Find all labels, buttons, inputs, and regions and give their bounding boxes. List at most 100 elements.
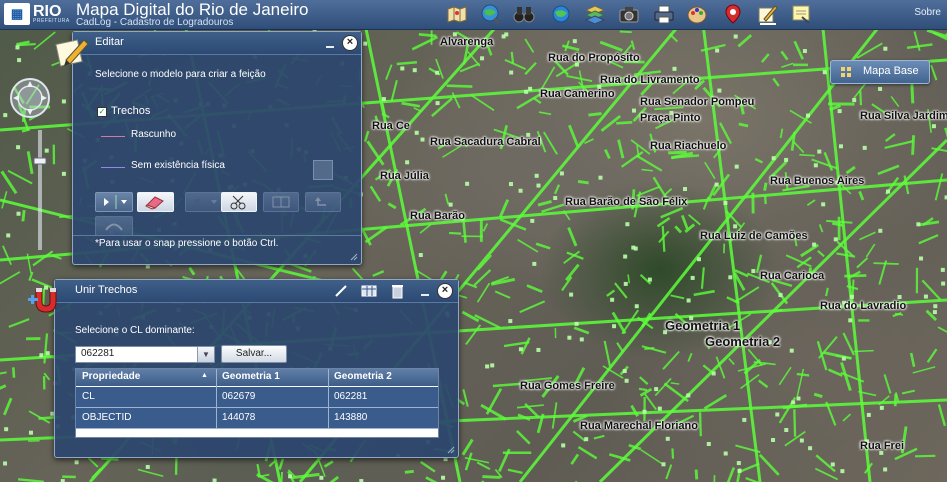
map-label: Rua Marechal Floriano xyxy=(580,420,698,432)
extend-tool-button[interactable] xyxy=(185,192,223,212)
minimize-icon[interactable] xyxy=(421,294,429,296)
table-cell: 062281 xyxy=(334,391,368,402)
binoculars-icon[interactable] xyxy=(513,3,535,25)
map-label: Rua Gomes Freire xyxy=(520,380,615,392)
map-label: Rua Buenos Aires xyxy=(770,175,865,187)
split-icon xyxy=(272,196,290,208)
printer-icon[interactable] xyxy=(653,3,675,25)
camera-icon[interactable] xyxy=(618,3,640,25)
edit-panel-titlebar[interactable]: Editar × xyxy=(73,32,361,55)
map-label: Rua Silva Jardim xyxy=(860,110,947,122)
map-label: Rua do Lavradio xyxy=(820,300,907,312)
navigation-compass-icon[interactable] xyxy=(8,76,52,120)
eraser-icon xyxy=(145,196,164,210)
edit-pencil-icon xyxy=(55,39,89,67)
scissors-tool-button[interactable] xyxy=(221,192,257,212)
map-label: Rua Sacadura Cabral xyxy=(430,136,541,148)
template-sem-existencia[interactable]: Sem existência física xyxy=(131,160,225,171)
template-preview xyxy=(313,160,333,180)
column-divider xyxy=(328,369,329,429)
template-rascunho[interactable]: Rascunho xyxy=(131,129,176,140)
sort-arrow-icon: ▲ xyxy=(201,372,208,379)
map-label: Praça Pinto xyxy=(640,112,701,124)
edit-icon[interactable] xyxy=(756,3,778,25)
map-label: Rua Barão xyxy=(410,210,466,222)
magnet-icon xyxy=(28,288,57,313)
map-label: Rua do Propósito xyxy=(548,52,640,64)
rascunho-swatch xyxy=(101,136,125,137)
map-label: Rua Barão de São Félix xyxy=(565,196,688,208)
eraser-tool-button[interactable] xyxy=(137,192,174,212)
basemap-button[interactable]: Mapa Base xyxy=(830,60,930,84)
dominant-cl-select[interactable]: 062281 ▼ xyxy=(75,346,215,363)
row-divider xyxy=(76,428,438,429)
table-cell: OBJECTID xyxy=(82,412,132,423)
map-label: Rua Camerino xyxy=(540,88,615,100)
edit-panel-title: Editar xyxy=(95,36,124,48)
merge-instruction: Selecione o CL dominante: xyxy=(75,325,195,336)
about-link[interactable]: Sobre xyxy=(914,7,941,18)
undo-tool-button[interactable] xyxy=(305,192,341,212)
sem-existencia-swatch xyxy=(101,167,125,168)
note-icon[interactable] xyxy=(790,3,812,25)
pin-icon[interactable] xyxy=(722,3,744,25)
geometry-label: Geometria 1 xyxy=(665,318,741,333)
logo-subtext: PREFEITURA xyxy=(33,18,70,24)
pencil-icon[interactable] xyxy=(333,283,349,299)
snap-hint: *Para usar o snap pressione o botão Ctrl… xyxy=(95,238,279,249)
table-header: Propriedade ▲ Geometria 1 Geometria 2 xyxy=(76,369,438,386)
column-header[interactable]: Propriedade xyxy=(82,371,140,382)
column-divider xyxy=(216,369,217,429)
layers-icon[interactable] xyxy=(584,3,606,25)
map-label: Rua Ce xyxy=(372,120,410,132)
reshape-tool-button[interactable] xyxy=(95,216,133,236)
trash-icon[interactable] xyxy=(389,283,405,299)
close-icon[interactable]: × xyxy=(437,283,453,299)
map-label: Rua do Livramento xyxy=(600,74,700,86)
merge-segments-panel: Unir Trechos × Selecione o CL dominante:… xyxy=(54,279,459,458)
column-header[interactable]: Geometria 2 xyxy=(334,371,392,382)
merge-panel-titlebar[interactable]: Unir Trechos × xyxy=(55,280,458,303)
table-cell: 143880 xyxy=(334,412,368,423)
map-label: Rua Luiz de Camões xyxy=(700,230,808,242)
logo-mark: ▦ xyxy=(4,3,30,25)
table-row[interactable]: CL 062679 062281 xyxy=(76,387,438,407)
basemap-label: Mapa Base xyxy=(863,65,919,77)
extend-icon xyxy=(194,199,217,205)
table-cell: CL xyxy=(82,391,95,402)
reshape-icon xyxy=(105,223,123,231)
table-cell: 144078 xyxy=(222,412,256,423)
select-tool-button[interactable] xyxy=(95,192,133,212)
undo-icon xyxy=(315,197,326,206)
map-label: Rua Frei xyxy=(860,440,905,452)
map-label: Rua Júlia xyxy=(380,170,429,182)
save-button[interactable]: Salvar... xyxy=(221,345,287,363)
table-icon[interactable] xyxy=(360,283,378,299)
app-header: ▦ RIO PREFEITURA Mapa Digital do Rio de … xyxy=(0,0,947,30)
resize-grip-icon[interactable] xyxy=(447,446,455,454)
row-divider xyxy=(76,407,438,408)
map-icon[interactable] xyxy=(446,3,468,25)
map-label: Alvarenga xyxy=(440,36,494,48)
edit-panel: Editar × Selecione o modelo para criar a… xyxy=(72,31,362,265)
app-subtitle: CadLog - Cadastro de Logradouros xyxy=(76,17,234,28)
trechos-label: Trechos xyxy=(111,105,151,117)
chevron-down-icon[interactable]: ▼ xyxy=(197,347,214,362)
map-label: Rua Riachuelo xyxy=(650,140,727,152)
globe-search-icon[interactable] xyxy=(480,3,502,25)
table-row[interactable]: OBJECTID 144078 143880 xyxy=(76,408,438,428)
split-tool-button[interactable] xyxy=(263,192,299,212)
merge-panel-title: Unir Trechos xyxy=(75,284,138,296)
resize-grip-icon[interactable] xyxy=(350,253,358,261)
grid-icon xyxy=(841,67,851,77)
column-header[interactable]: Geometria 1 xyxy=(222,371,280,382)
zoom-slider[interactable] xyxy=(33,130,47,250)
minimize-icon[interactable] xyxy=(326,46,334,48)
palette-icon[interactable] xyxy=(686,3,708,25)
rio-logo: ▦ RIO PREFEITURA xyxy=(4,3,69,25)
close-icon[interactable]: × xyxy=(342,35,358,51)
globe-icon[interactable] xyxy=(550,3,572,25)
trechos-checkbox[interactable]: ✓ xyxy=(97,107,107,117)
divider xyxy=(73,235,361,236)
select-tool-icon xyxy=(104,195,127,209)
